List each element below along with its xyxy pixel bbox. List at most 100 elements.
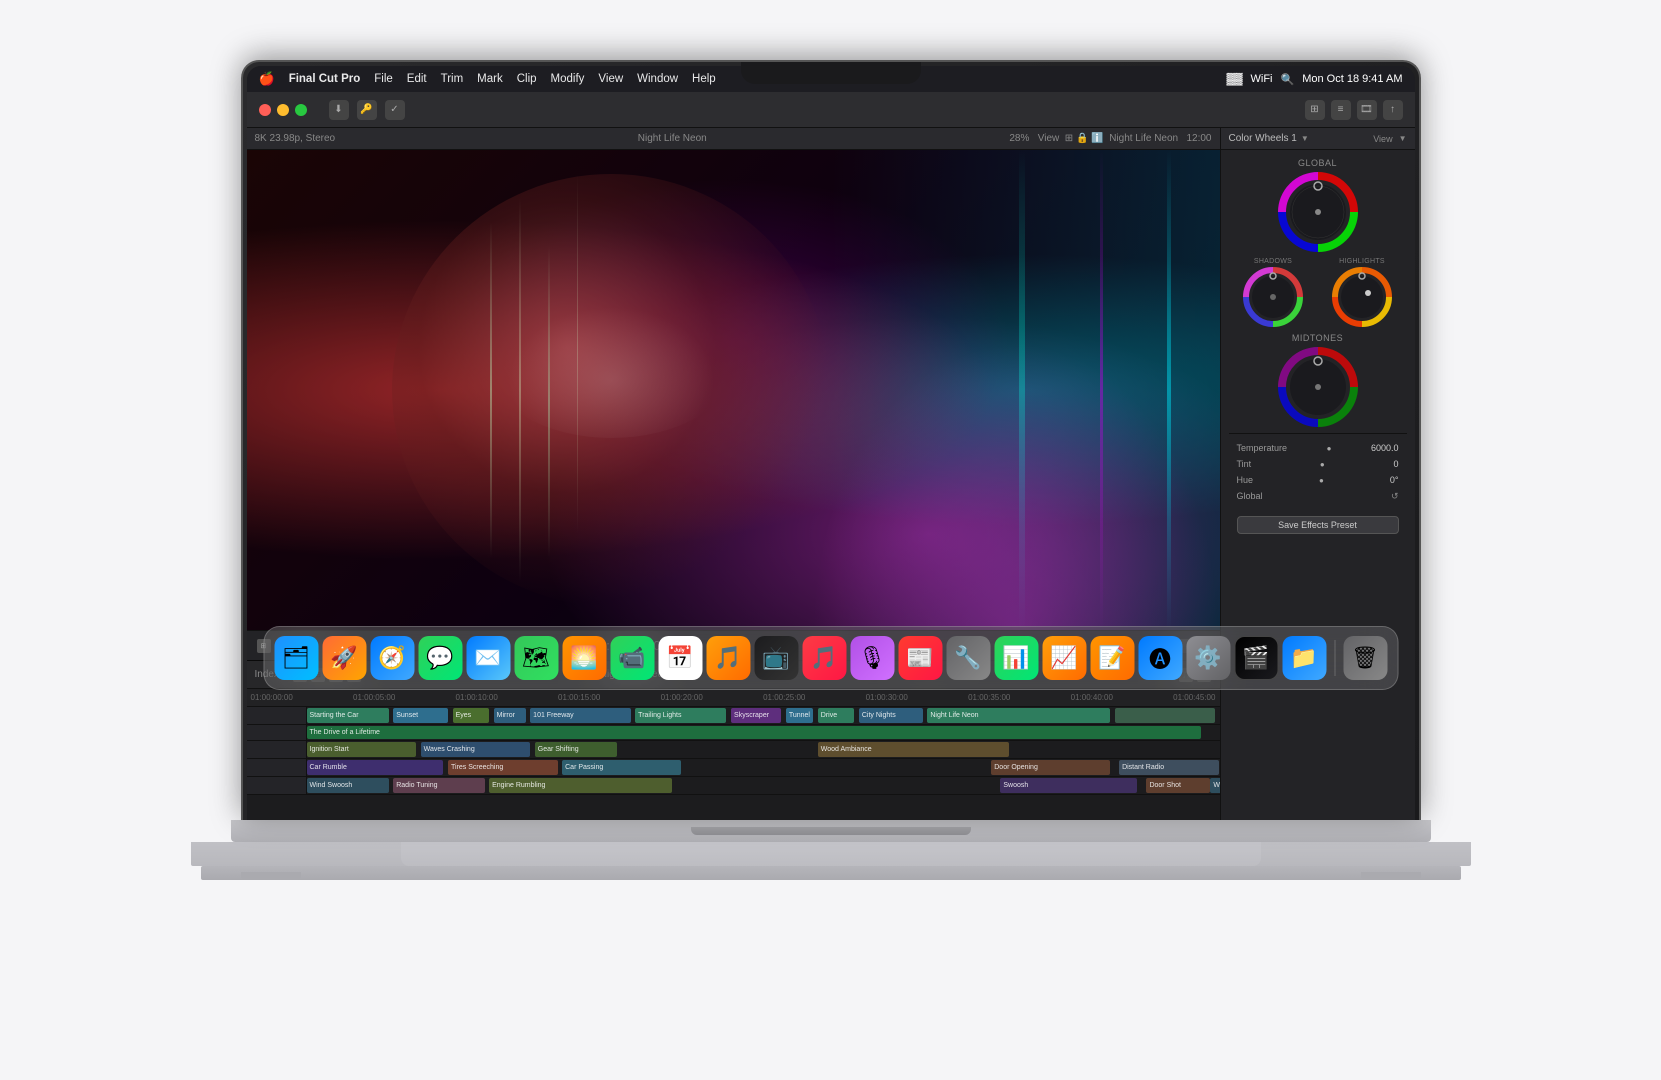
dock-icon-itunes[interactable]: 🎵 (706, 636, 750, 680)
track-4-clips[interactable]: Car Rumble Tires Screeching Car Passing … (307, 759, 1220, 776)
menu-window[interactable]: Window (637, 73, 678, 85)
clip-door-opening[interactable]: Door Opening (991, 760, 1110, 775)
menu-edit[interactable]: Edit (407, 73, 427, 85)
dock-icon-facetime[interactable]: 📹 (610, 636, 654, 680)
view-arrow-icon[interactable]: ▼ (1399, 134, 1407, 143)
app-name-menu[interactable]: Final Cut Pro (289, 73, 361, 85)
dock-icon-pages[interactable]: 📝 (1090, 636, 1134, 680)
temperature-label: Temperature (1237, 443, 1288, 453)
highlights-label: HIGHLIGHTS (1339, 258, 1385, 265)
dock-icon-finder2[interactable]: 📁 (1282, 636, 1326, 680)
clip-mirror[interactable]: Mirror (494, 708, 526, 723)
clip-starting-car[interactable]: Starting the Car (307, 708, 389, 723)
clip-tires[interactable]: Tires Screeching (448, 760, 558, 775)
clip-trailing[interactable]: Trailing Lights (635, 708, 726, 723)
save-effects-preset-button[interactable]: Save Effects Preset (1237, 516, 1399, 534)
dock-icon-music[interactable]: 🎵 (802, 636, 846, 680)
clip-tunnel[interactable]: Tunnel (786, 708, 813, 723)
menu-clip[interactable]: Clip (517, 73, 537, 85)
dock-icon-trash[interactable]: 🗑 (1343, 636, 1387, 680)
video-viewer[interactable] (247, 150, 1220, 630)
minimize-button[interactable] (277, 104, 289, 116)
dock-icon-settings[interactable]: ⚙️ (1186, 636, 1230, 680)
clip-extra[interactable] (1115, 708, 1215, 723)
dock-icon-podcasts[interactable]: 🎙 (850, 636, 894, 680)
dock-icon-numbers[interactable]: 📊 (994, 636, 1038, 680)
track-1-clips[interactable]: Starting the Car Sunset Eyes Mirror 101 … (307, 707, 1220, 724)
clip-drive-lifetime[interactable]: The Drive of a Lifetime (307, 726, 1202, 739)
clip-city-nights[interactable]: City Nights (859, 708, 923, 723)
clip-engine-rumble[interactable]: Engine Rumbling (489, 778, 672, 793)
dock-icon-tv[interactable]: 📺 (754, 636, 798, 680)
dropdown-arrow-icon[interactable]: ▼ (1301, 134, 1309, 143)
midtones-label: MIDTONES (1229, 333, 1407, 343)
toolbar-back-icon[interactable]: ⬇ (329, 100, 349, 120)
clip-car-rumble[interactable]: Car Rumble (307, 760, 444, 775)
view-list-icon[interactable]: ≡ (1331, 100, 1351, 120)
menu-modify[interactable]: Modify (551, 73, 585, 85)
dock-icon-finder[interactable]: 🗂 (274, 636, 318, 680)
search-icon[interactable]: 🔍 (1281, 73, 1295, 86)
track-2-clips[interactable]: The Drive of a Lifetime (307, 725, 1220, 740)
menu-help[interactable]: Help (692, 73, 716, 85)
global-color-wheel[interactable] (1278, 172, 1358, 252)
clip-radio-tuning[interactable]: Radio Tuning (393, 778, 484, 793)
dock-icon-keynote[interactable]: 📈 (1042, 636, 1086, 680)
clip-drive[interactable]: Drive (818, 708, 855, 723)
midtones-color-wheel[interactable] (1278, 347, 1358, 427)
temperature-value[interactable]: 6000.0 (1371, 443, 1399, 453)
view-film-icon[interactable]: 🎞 (1357, 100, 1377, 120)
share-icon[interactable]: ↑ (1383, 100, 1403, 120)
tint-value[interactable]: 0 (1393, 459, 1398, 469)
toolbar-icons: ⬇ 🔑 ✓ (329, 100, 405, 120)
dock-icon-launchpad[interactable]: 🚀 (322, 636, 366, 680)
clip-night-life-neon[interactable]: Night Life Neon (927, 708, 1110, 723)
view-button[interactable]: View (1038, 133, 1060, 144)
video-resolution: 8K 23.98p, Stereo (255, 133, 336, 144)
clip-sunset[interactable]: Sunset (393, 708, 448, 723)
clip-door-shut[interactable]: Door Shot (1146, 778, 1210, 793)
clip-engines[interactable]: Eyes (453, 708, 490, 723)
color-wheel-dropdown[interactable]: Color Wheels 1 (1229, 133, 1297, 144)
dock-icon-mail[interactable]: ✉️ (466, 636, 510, 680)
clip-car-passing[interactable]: Car Passing (562, 760, 681, 775)
dock-icon-photos[interactable]: 🌅 (562, 636, 606, 680)
dock-icon-maps[interactable]: 🗺 (514, 636, 558, 680)
clip-ignition[interactable]: Ignition Start (307, 742, 417, 757)
menu-mark[interactable]: Mark (477, 73, 503, 85)
clip-wind-blowing[interactable]: Wind Blowing (1210, 778, 1219, 793)
clip-gear[interactable]: Gear Shifting (535, 742, 617, 757)
track-3-clips[interactable]: Ignition Start Waves Crashing Gear Shift… (307, 741, 1220, 758)
view-grid-icon[interactable]: ⊞ (1305, 100, 1325, 120)
dock-icon-calendar[interactable]: 📅 (658, 636, 702, 680)
menu-view[interactable]: View (598, 73, 623, 85)
clip-freeway[interactable]: 101 Freeway (530, 708, 630, 723)
menu-file[interactable]: File (374, 73, 393, 85)
toolbar-key-icon[interactable]: 🔑 (357, 100, 377, 120)
highlights-color-wheel[interactable] (1332, 267, 1392, 327)
dock-icon-toolbox[interactable]: 🔧 (946, 636, 990, 680)
dock-icon-finalcut[interactable]: 🎬 (1234, 636, 1278, 680)
timeline-ruler: 01:00:00:00 01:00:05:00 01:00:10:00 01:0… (247, 689, 1220, 707)
maximize-button[interactable] (295, 104, 307, 116)
dock-icon-news[interactable]: 📰 (898, 636, 942, 680)
dock-icon-messages[interactable]: 💬 (418, 636, 462, 680)
shadows-color-wheel[interactable] (1243, 267, 1303, 327)
close-button[interactable] (259, 104, 271, 116)
clip-swoosh[interactable]: Swoosh (1000, 778, 1137, 793)
dock-icon-safari[interactable]: 🧭 (370, 636, 414, 680)
macbook-pro: 🍎 Final Cut Pro File Edit Trim Mark Clip… (181, 60, 1481, 1020)
inspector-view-btn[interactable]: View (1373, 134, 1392, 144)
dock-icon-appstore[interactable]: 🅐 (1138, 636, 1182, 680)
toolbar-check-icon[interactable]: ✓ (385, 100, 405, 120)
clip-waves[interactable]: Waves Crashing (421, 742, 531, 757)
clip-wind-swoosh[interactable]: Wind Swoosh (307, 778, 389, 793)
hue-value[interactable]: 0° (1390, 475, 1399, 485)
clip-wood-ambiance[interactable]: Wood Ambiance (818, 742, 1010, 757)
zoom-level[interactable]: 28% (1009, 133, 1029, 144)
clip-distant-radio[interactable]: Distant Radio (1119, 760, 1219, 775)
clip-skyscraper[interactable]: Skyscraper (731, 708, 781, 723)
track-5-clips[interactable]: Wind Swoosh Radio Tuning Engine Rumbling… (307, 777, 1220, 794)
apple-logo-icon[interactable]: 🍎 (259, 71, 275, 87)
menu-trim[interactable]: Trim (441, 73, 464, 85)
